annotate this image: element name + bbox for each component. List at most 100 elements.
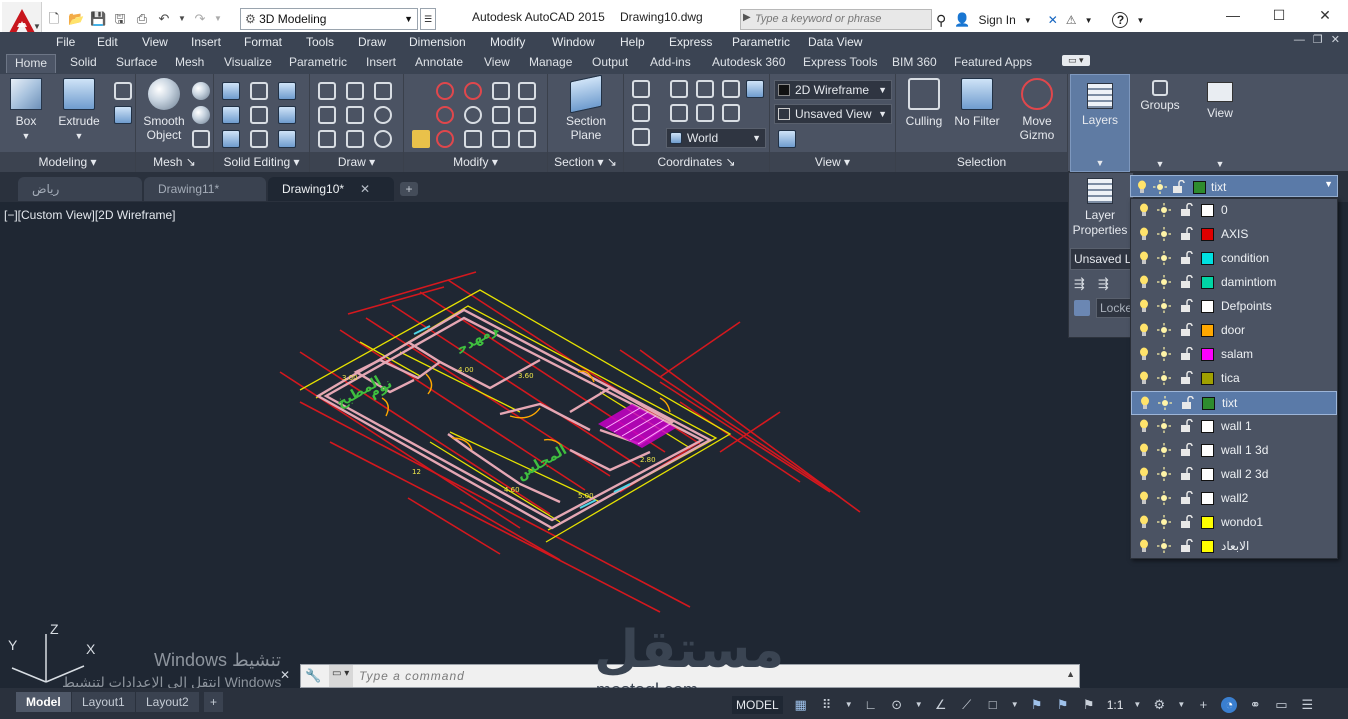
tab-insert[interactable]: Insert [366, 55, 396, 69]
layer-on-bulb-icon[interactable] [1139, 251, 1149, 265]
command-wrench-icon[interactable]: 🔧 [305, 668, 321, 684]
workspace-dropdown-icon[interactable]: ▼ [1177, 697, 1185, 713]
layer-color-swatch[interactable] [1193, 181, 1206, 194]
move-icon[interactable] [436, 82, 454, 100]
polyline-icon[interactable] [346, 82, 364, 100]
layer-unlock-icon[interactable] [1179, 347, 1193, 361]
layer-thaw-sun-icon[interactable] [1157, 275, 1171, 289]
grid-icon[interactable]: ▦ [793, 697, 809, 713]
layer-thaw-sun-icon[interactable] [1157, 227, 1171, 241]
file-tab-riyadh[interactable]: رياض [18, 177, 142, 201]
modify-panel-title[interactable]: Modify ▾ [404, 152, 547, 172]
open-file-icon[interactable]: 📂 [68, 11, 84, 27]
layer-unlock-icon[interactable] [1179, 275, 1193, 289]
file-tab-drawing10[interactable]: Drawing10* ✕ [268, 177, 394, 201]
a360-dropdown-icon[interactable]: ▼ [1085, 16, 1093, 25]
layer-thaw-sun-icon[interactable] [1157, 347, 1171, 361]
ucs-y-icon[interactable] [696, 104, 714, 122]
model-space-toggle[interactable]: MODEL [732, 696, 783, 714]
menu-view[interactable]: View [142, 35, 168, 49]
layer-item[interactable]: condition [1131, 247, 1337, 271]
menu-modify[interactable]: Modify [490, 35, 525, 49]
layer-on-bulb-icon[interactable] [1139, 467, 1149, 481]
layer-thaw-sun-icon[interactable] [1157, 443, 1171, 457]
layer-unlock-icon[interactable] [1171, 180, 1185, 194]
layer-item[interactable]: wondo1 [1131, 511, 1337, 535]
snap-icon[interactable]: ⠿ [819, 697, 835, 713]
menu-edit[interactable]: Edit [97, 35, 118, 49]
user-icon[interactable]: 👤 [954, 12, 970, 28]
binoculars-icon[interactable]: ⚲ [936, 12, 946, 29]
modeling-panel-title[interactable]: Modeling ▾ [0, 152, 135, 172]
layer-on-bulb-icon[interactable] [1139, 299, 1149, 313]
layer-unlock-icon[interactable] [1179, 443, 1193, 457]
layer-on-bulb-icon[interactable] [1139, 539, 1149, 553]
new-tab-button[interactable]: + [400, 182, 418, 196]
layer-unlock-icon[interactable] [1179, 203, 1193, 217]
hatch-icon[interactable] [346, 106, 364, 124]
menu-data-view[interactable]: Data View [808, 35, 862, 49]
groups-button[interactable]: Groups ▼ [1130, 74, 1190, 172]
circle-icon[interactable] [374, 106, 392, 124]
layout2-tab[interactable]: Layout2 [136, 692, 199, 712]
layer-on-bulb-icon[interactable] [1139, 371, 1149, 385]
array-icon[interactable] [412, 130, 430, 148]
annotation-scale-icon[interactable]: ⚑ [1081, 697, 1097, 713]
layer-item[interactable]: salam [1131, 343, 1337, 367]
menu-help[interactable]: Help [620, 35, 645, 49]
ortho-icon[interactable]: ∟ [863, 697, 879, 713]
layer-state-dropdown[interactable]: Unsaved Layer State [1070, 248, 1134, 270]
tab-annotate[interactable]: Annotate [415, 55, 463, 69]
layer-on-bulb-icon[interactable] [1139, 203, 1149, 217]
layer-color-swatch[interactable] [1201, 276, 1214, 289]
slice-icon[interactable] [250, 82, 268, 100]
layer-unlock-icon[interactable] [1179, 251, 1193, 265]
trim-icon[interactable] [518, 82, 536, 100]
layer-on-bulb-icon[interactable] [1139, 323, 1149, 337]
layer-unlock-icon[interactable] [1179, 539, 1193, 553]
layer-item[interactable]: Defpoints [1131, 295, 1337, 319]
move-gizmo-button[interactable]: Move Gizmo [1010, 78, 1064, 142]
help-dropdown-icon[interactable]: ▼ [1136, 16, 1144, 25]
layer-properties-button[interactable]: Layer Properties [1070, 176, 1130, 238]
add-layout-button[interactable]: + [204, 692, 224, 712]
separate-icon[interactable] [278, 130, 296, 148]
application-menu-button[interactable]: ▼ [2, 2, 42, 36]
selection-panel-title[interactable]: Selection [896, 152, 1067, 172]
layer-unlock-icon[interactable] [1179, 299, 1193, 313]
layer-thaw-sun-icon[interactable] [1157, 251, 1171, 265]
exchange-apps-icon[interactable]: ✕ [1048, 13, 1058, 27]
intersect-icon[interactable] [222, 130, 240, 148]
view-panel-title[interactable]: View ▾ [770, 152, 895, 172]
menu-format[interactable]: Format [244, 35, 282, 49]
tab-view[interactable]: View [484, 55, 510, 69]
osnap-icon[interactable]: □ [985, 697, 1001, 713]
spline-icon[interactable] [318, 106, 336, 124]
sign-in-dropdown-icon[interactable]: ▼ [1024, 16, 1032, 25]
hardware-acceleration-icon[interactable]: ◔ [1221, 697, 1238, 713]
sign-in-button[interactable]: Sign In [978, 13, 1015, 27]
layer-item[interactable]: wall2 [1131, 487, 1337, 511]
scale-icon[interactable] [492, 106, 510, 124]
maximize-button[interactable]: ☐ [1256, 0, 1302, 32]
auto-scale-icon[interactable]: ⚑ [1055, 697, 1071, 713]
ucs-face-icon[interactable] [746, 80, 764, 98]
layer-unlock-icon[interactable] [1179, 515, 1193, 529]
ucs-x-icon[interactable] [670, 104, 688, 122]
tab-solid[interactable]: Solid [70, 55, 97, 69]
plus-icon[interactable]: + [1195, 697, 1211, 713]
layer-item[interactable]: الابعاد [1131, 535, 1337, 559]
search-input[interactable]: Type a keyword or phrase [755, 13, 881, 25]
tab-output[interactable]: Output [592, 55, 628, 69]
isodraft-icon[interactable]: ∠ [933, 697, 949, 713]
extrude-faces-icon[interactable] [278, 106, 296, 124]
mesh-panel-title[interactable]: Mesh ↘ [136, 152, 213, 172]
layer-color-swatch[interactable] [1201, 516, 1214, 529]
layer-thaw-sun-icon[interactable] [1157, 371, 1171, 385]
layer-color-swatch[interactable] [1201, 444, 1214, 457]
tab-parametric[interactable]: Parametric [289, 55, 347, 69]
menu-window[interactable]: Window [552, 35, 595, 49]
tab-bim-360[interactable]: BIM 360 [892, 55, 937, 69]
layer-thaw-sun-icon[interactable] [1157, 515, 1171, 529]
menu-dimension[interactable]: Dimension [409, 35, 466, 49]
